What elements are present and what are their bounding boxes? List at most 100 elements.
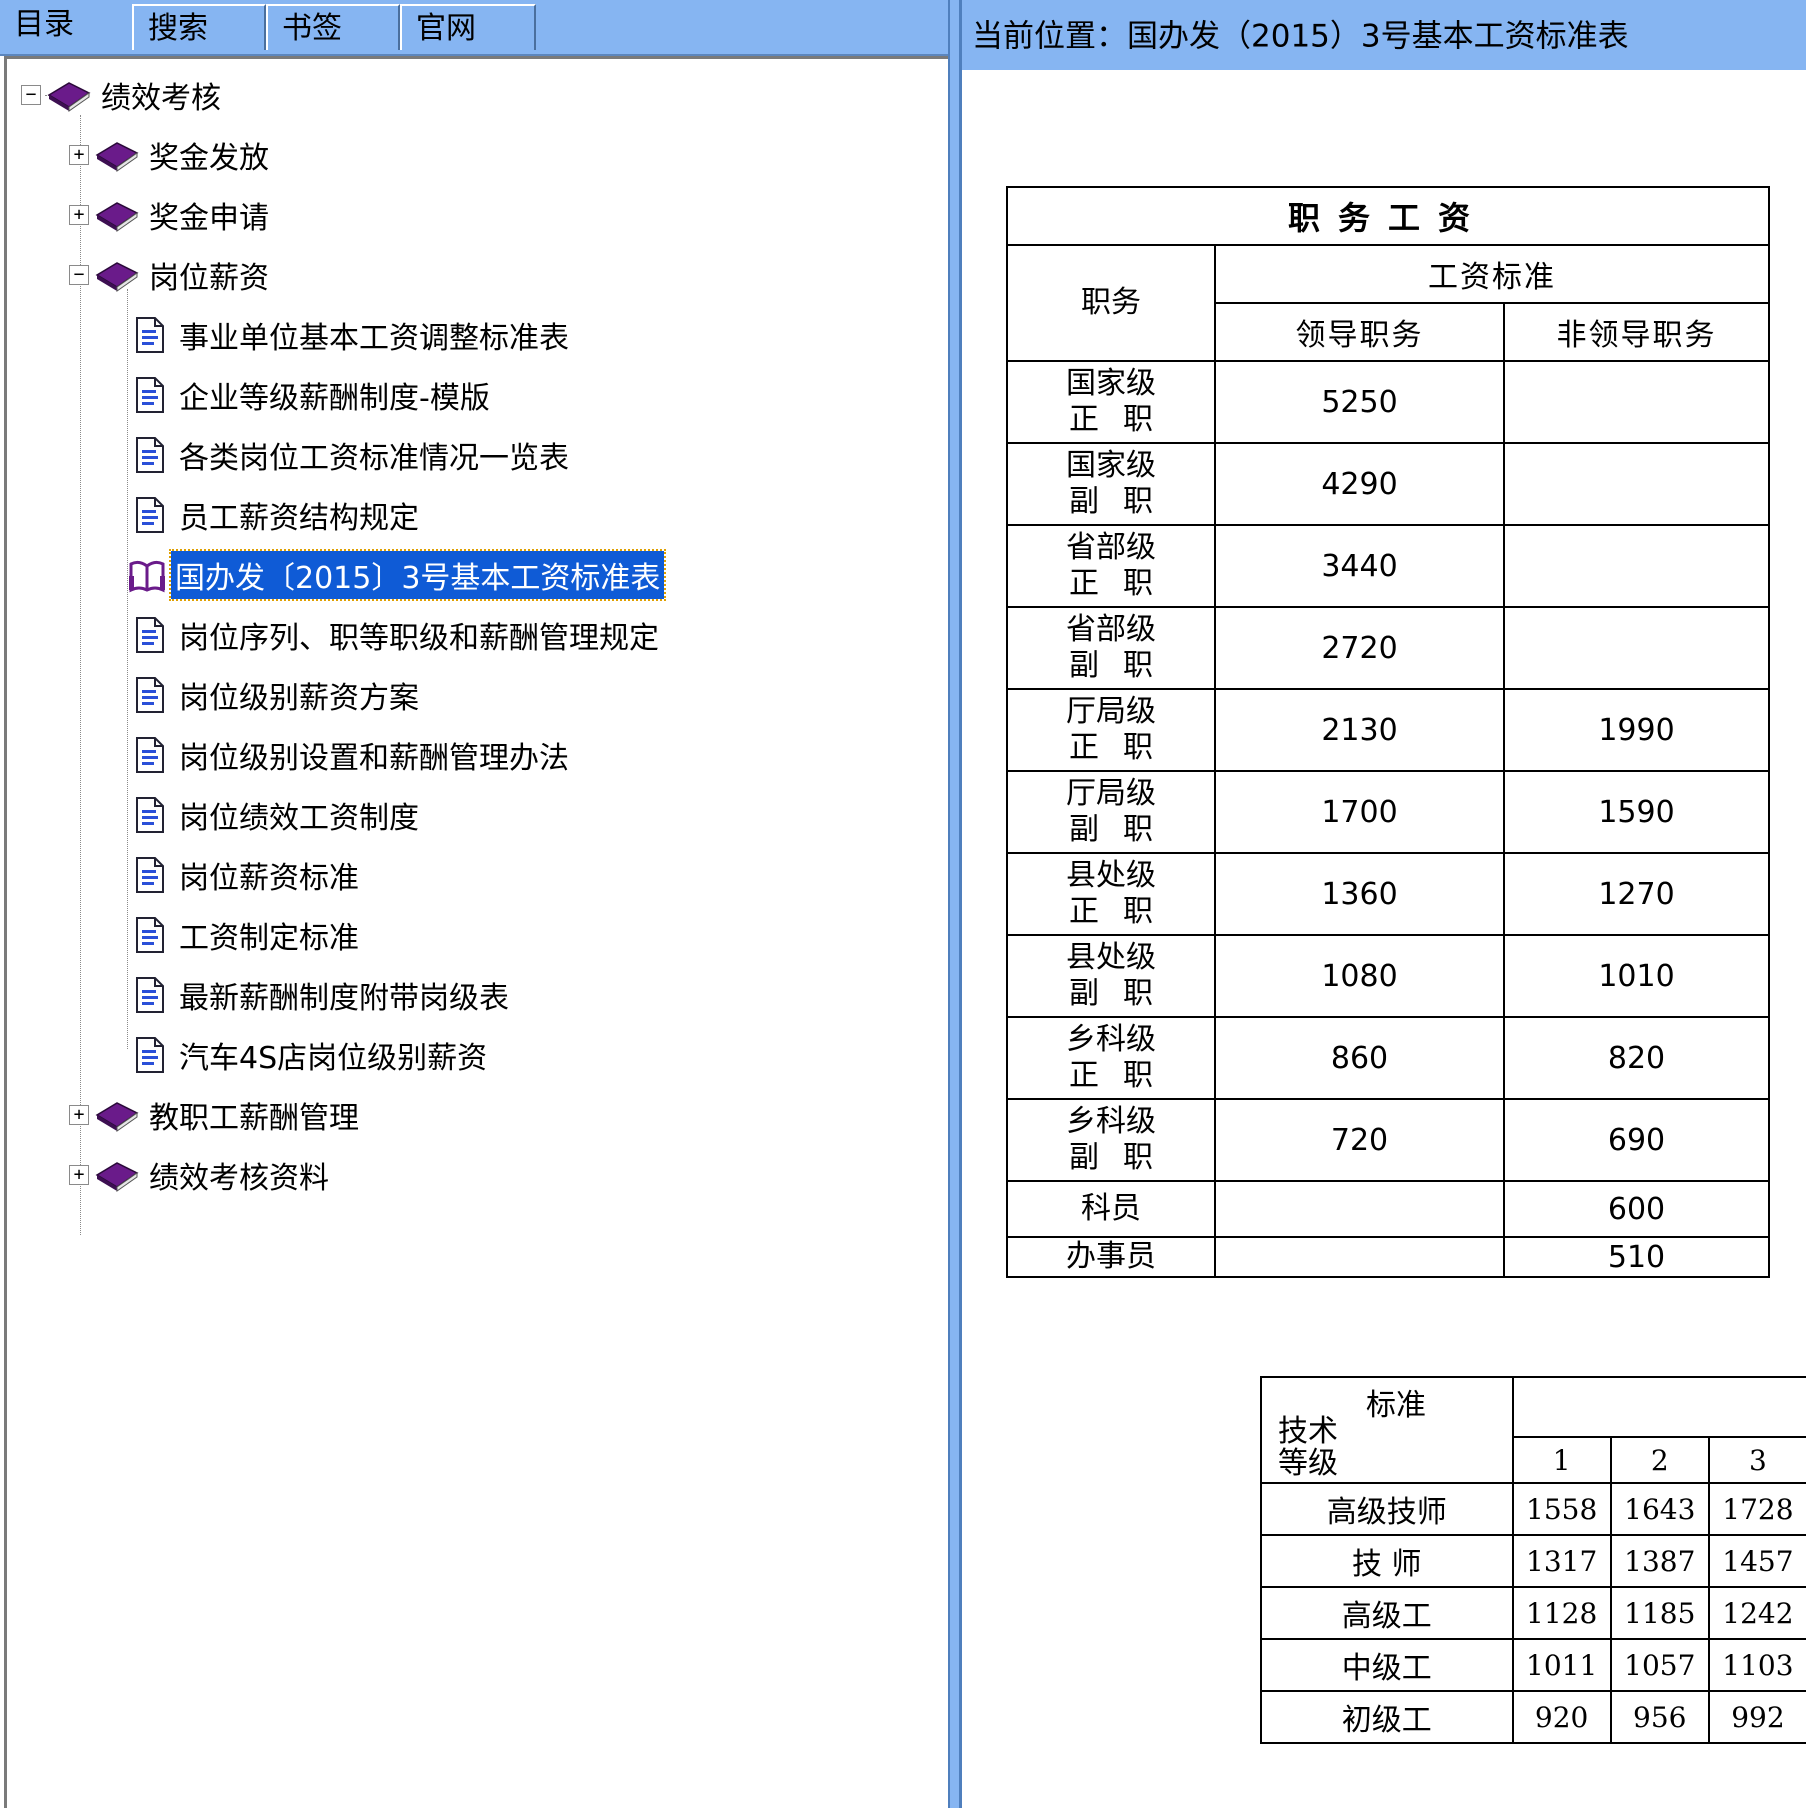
table-row: 县处级 正职 1360 1270 — [1006, 852, 1770, 936]
pane-splitter[interactable] — [948, 0, 962, 1808]
tree-node-label: 奖金申请 — [149, 201, 269, 236]
tree-node-document[interactable]: 岗位绩效工资制度 — [135, 793, 421, 837]
position-rank: 副职 — [1069, 1140, 1177, 1175]
tree-line — [127, 289, 128, 1049]
tree-node-folder[interactable]: + 奖金申请 — [69, 193, 271, 237]
position-level: 省部级 — [1066, 612, 1156, 647]
column-header: 3 — [1707, 1436, 1806, 1484]
document-icon — [136, 917, 164, 953]
position-cell: 厅局级 副职 — [1006, 770, 1216, 854]
tree-node-label: 企业等级薪酬制度-模版 — [179, 381, 490, 416]
position-cell: 国家级 副职 — [1006, 442, 1216, 526]
book-icon — [95, 262, 139, 292]
tree-node-label: 奖金发放 — [149, 141, 269, 176]
document-icon — [136, 317, 164, 353]
tree-node-label: 岗位薪资 — [149, 261, 269, 296]
position-level: 乡科级 — [1066, 1104, 1156, 1139]
leader-salary: 1700 — [1214, 770, 1505, 854]
location-title: 国办发（2015）3号基本工资标准表 — [1127, 18, 1629, 55]
expand-toggle[interactable]: + — [69, 1105, 89, 1125]
table-row: 乡科级 正职 860 820 — [1006, 1016, 1770, 1100]
document-icon — [136, 497, 164, 533]
position-level: 厅局级 — [1066, 776, 1156, 811]
position-cell: 县处级 副职 — [1006, 934, 1216, 1018]
document-icon — [136, 617, 164, 653]
tab-contents[interactable]: 目录 — [0, 0, 116, 54]
tree-node-document[interactable]: 岗位序列、职等职级和薪酬管理规定 — [135, 613, 661, 657]
document-icon — [136, 677, 164, 713]
nonleader-salary — [1503, 360, 1770, 444]
expand-toggle[interactable]: + — [69, 145, 89, 165]
leader-salary: 720 — [1214, 1098, 1505, 1182]
collapse-toggle[interactable]: − — [69, 265, 89, 285]
tree-node-document[interactable]: 各类岗位工资标准情况一览表 — [135, 433, 571, 477]
tree-node-label: 工资制定标准 — [179, 921, 359, 956]
corner-label-level: 等级 — [1278, 1446, 1338, 1481]
nonleader-salary — [1503, 442, 1770, 526]
column-header: 非领导职务 — [1503, 302, 1770, 362]
grade-table-corner: 标准 技术 等级 — [1260, 1376, 1514, 1484]
leader-salary: 1360 — [1214, 852, 1505, 936]
tree-node-document[interactable]: 工资制定标准 — [135, 913, 361, 957]
position-rank: 正职 — [1069, 894, 1177, 929]
tree-node-document[interactable]: 汽车4S店岗位级别薪资 — [135, 1033, 489, 1077]
tree-node-folder[interactable]: + 绩效考核资料 — [69, 1153, 331, 1197]
open-book-icon — [129, 560, 165, 593]
nonleader-salary: 600 — [1503, 1180, 1770, 1238]
nonleader-salary: 690 — [1503, 1098, 1770, 1182]
tree-node-label: 岗位级别设置和薪酬管理办法 — [179, 741, 569, 776]
collapse-toggle[interactable]: − — [21, 85, 41, 105]
position-level: 厅局级 — [1066, 694, 1156, 729]
tree-node-document[interactable]: 事业单位基本工资调整标准表 — [135, 313, 571, 357]
document-icon — [136, 437, 164, 473]
grade-name: 高级工 — [1260, 1586, 1514, 1640]
expand-toggle[interactable]: + — [69, 205, 89, 225]
tree-node-document[interactable]: 员工薪资结构规定 — [135, 493, 421, 537]
leader-salary: 1080 — [1214, 934, 1505, 1018]
table-row: 省部级 副职 2720 — [1006, 606, 1770, 690]
tree-node-document[interactable]: 最新薪酬制度附带岗级表 — [135, 973, 511, 1017]
table-row: 厅局级 副职 1700 1590 — [1006, 770, 1770, 854]
grade-value: 1387 — [1609, 1534, 1710, 1588]
tree-node-folder[interactable]: + 教职工薪酬管理 — [69, 1093, 361, 1137]
corner-label-standard: 标准 — [1366, 1388, 1426, 1423]
nonleader-salary: 1270 — [1503, 852, 1770, 936]
nonleader-salary: 1590 — [1503, 770, 1770, 854]
expand-toggle[interactable]: + — [69, 1165, 89, 1185]
position-level: 省部级 — [1066, 530, 1156, 565]
table-title: 职务工资 — [1006, 186, 1770, 246]
position-cell: 省部级 正职 — [1006, 524, 1216, 608]
tab-bookmarks[interactable]: 书签 — [266, 4, 400, 50]
nav-tab-bar: 目录 搜索 书签 官网 — [0, 0, 955, 56]
nonleader-salary — [1503, 606, 1770, 690]
grade-name: 技 师 — [1260, 1534, 1514, 1588]
tree-node-folder[interactable]: − 岗位薪资 — [69, 253, 271, 297]
tree-node-document-selected[interactable]: 国办发〔2015〕3号基本工资标准表 — [127, 549, 667, 601]
nonleader-salary: 510 — [1503, 1236, 1770, 1278]
tree-node-document[interactable]: 岗位薪资标准 — [135, 853, 361, 897]
grade-value: 1057 — [1609, 1638, 1710, 1692]
grade-name: 高级技师 — [1260, 1482, 1514, 1536]
document-icon — [136, 797, 164, 833]
grade-value: 1643 — [1609, 1482, 1710, 1536]
column-header: 职务 — [1006, 244, 1216, 362]
leader-salary: 2720 — [1214, 606, 1505, 690]
book-icon — [47, 82, 91, 112]
leader-salary: 5250 — [1214, 360, 1505, 444]
tab-website[interactable]: 官网 — [400, 4, 536, 50]
position-rank: 副职 — [1069, 484, 1177, 519]
tree-node-document[interactable]: 岗位级别薪资方案 — [135, 673, 421, 717]
position-rank: 副职 — [1069, 648, 1177, 683]
tree-node-label: 岗位绩效工资制度 — [179, 801, 419, 836]
position-rank: 正职 — [1069, 566, 1177, 601]
position-cell: 乡科级 副职 — [1006, 1098, 1216, 1182]
tab-search[interactable]: 搜索 — [132, 4, 266, 50]
document-icon — [136, 737, 164, 773]
grade-name: 中级工 — [1260, 1638, 1514, 1692]
tree-node-root[interactable]: − 绩效考核 — [21, 73, 223, 117]
tree-node-folder[interactable]: + 奖金发放 — [69, 133, 271, 177]
tree-node-document[interactable]: 企业等级薪酬制度-模版 — [135, 373, 492, 417]
tree-node-label: 事业单位基本工资调整标准表 — [179, 321, 569, 356]
tree-node-document[interactable]: 岗位级别设置和薪酬管理办法 — [135, 733, 571, 777]
position-level: 国家级 — [1066, 448, 1156, 483]
